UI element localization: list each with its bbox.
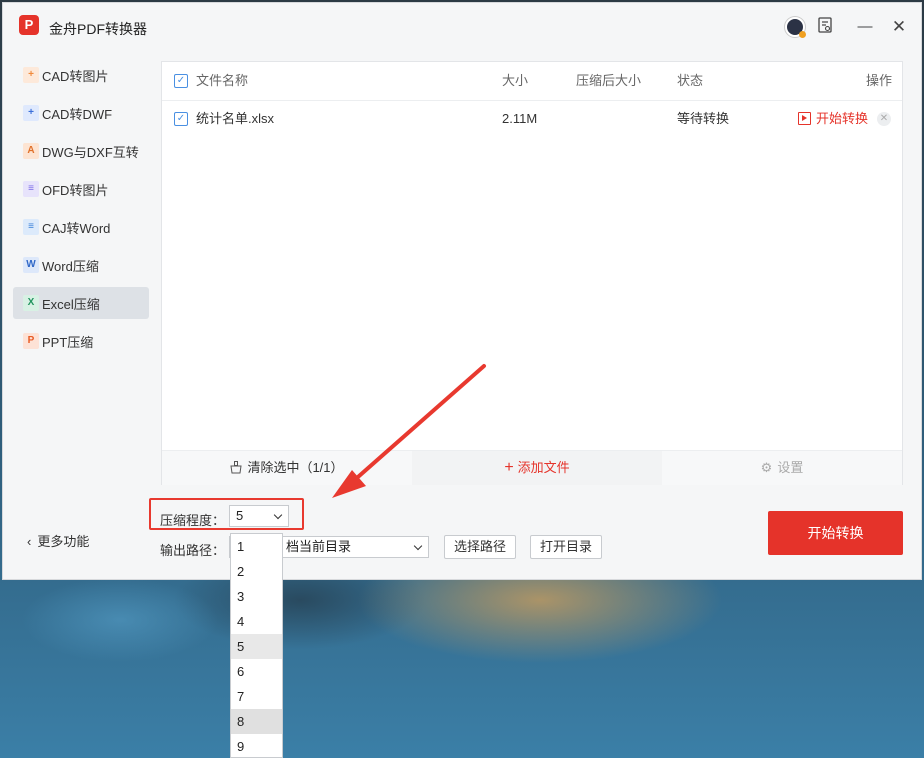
dropdown-option[interactable]: 2 [231,559,282,584]
dropdown-option[interactable]: 7 [231,684,282,709]
dropdown-option[interactable]: 1 [231,534,282,559]
annotation-arrow [332,364,486,498]
dropdown-option[interactable]: 6 [231,659,282,684]
dropdown-option[interactable]: 4 [231,609,282,634]
dropdown-option[interactable]: 9 [231,734,282,757]
dropdown-option-hovered[interactable]: 8 [231,709,282,734]
compress-level-dropdown: 1 2 3 4 5 6 7 8 9 [230,533,283,758]
dropdown-option[interactable]: 3 [231,584,282,609]
dropdown-option-selected[interactable]: 5 [231,634,282,659]
